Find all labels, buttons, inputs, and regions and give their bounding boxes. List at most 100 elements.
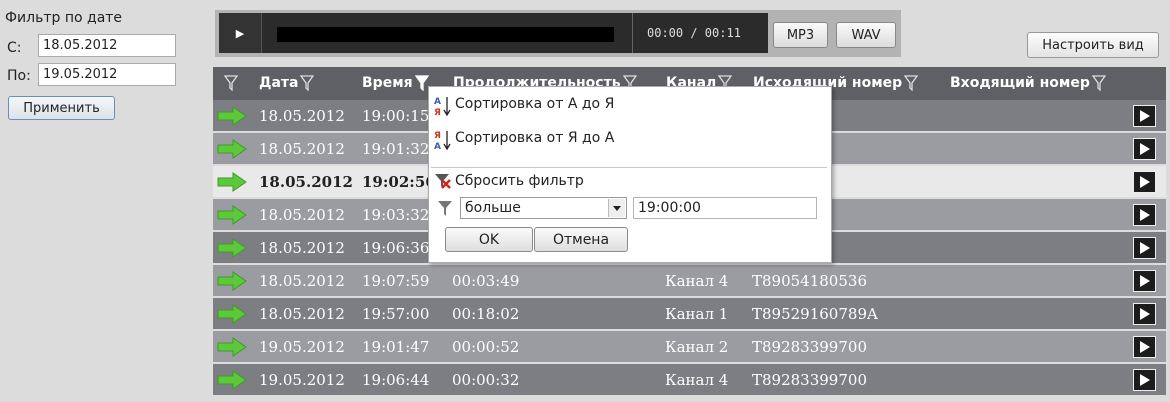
arrow-right-icon[interactable] bbox=[217, 204, 247, 226]
operator-select[interactable]: больше bbox=[460, 197, 627, 219]
play-icon[interactable] bbox=[1133, 105, 1156, 127]
cell-time: 19:06:44 bbox=[362, 371, 430, 389]
reset-filter-label: Сбросить фильтр bbox=[455, 173, 584, 189]
time-readout: 00:00 / 00:11 bbox=[647, 26, 741, 40]
play-icon[interactable] bbox=[1133, 171, 1156, 193]
cell-outgoing: T89529160789A bbox=[752, 305, 878, 323]
column-incoming-label: Входящий номер bbox=[950, 75, 1090, 91]
arrow-right-icon[interactable] bbox=[217, 171, 247, 193]
table-row[interactable]: 19.05.2012 19:01:47 00:00:52 Канал 2 T892833… bbox=[213, 331, 1166, 362]
play-icon[interactable] bbox=[1133, 270, 1156, 292]
ok-button[interactable]: OK bbox=[445, 227, 533, 252]
svg-text:Я: Я bbox=[434, 108, 441, 118]
play-icon[interactable] bbox=[1133, 369, 1156, 391]
sort-desc-icon: Я А bbox=[434, 131, 451, 152]
audio-player: ▶ 00:00 / 00:11 MP3 WAV bbox=[215, 10, 901, 57]
popup-divider bbox=[431, 167, 827, 168]
mp3-button[interactable]: MP3 bbox=[773, 22, 828, 48]
play-icon[interactable] bbox=[1133, 204, 1156, 226]
table-row[interactable]: 18.05.2012 19:57:00 00:18:02 Канал 1 T895291… bbox=[213, 298, 1166, 329]
filter-title: Фильтр по дате bbox=[5, 10, 123, 26]
arrow-right-icon[interactable] bbox=[217, 270, 247, 292]
funnel-icon bbox=[1091, 75, 1106, 91]
cell-time: 19:07:59 bbox=[362, 272, 430, 290]
clear-filter-icon bbox=[435, 174, 451, 189]
filter-value-input[interactable] bbox=[633, 197, 817, 219]
play-icon[interactable] bbox=[1133, 237, 1156, 259]
cell-channel: Канал 4 bbox=[665, 371, 729, 389]
cell-outgoing: T89283399700 bbox=[752, 371, 867, 389]
cell-time: 19:00:15 bbox=[362, 107, 430, 125]
cell-channel: Канал 4 bbox=[665, 272, 729, 290]
column-date-label: Дата bbox=[259, 75, 299, 91]
cell-time: 19:06:36 bbox=[362, 239, 430, 257]
operator-value: больше bbox=[465, 200, 521, 216]
sort-desc-item[interactable]: Я А Сортировка от Я до А bbox=[433, 128, 614, 158]
cell-date: 18.05.2012 bbox=[259, 305, 345, 323]
play-icon[interactable] bbox=[1133, 336, 1156, 358]
cell-date: 18.05.2012 bbox=[259, 107, 345, 125]
table-row[interactable]: 18.05.2012 19:07:59 00:03:49 Канал 4 T890541… bbox=[213, 265, 1166, 296]
arrow-right-icon[interactable] bbox=[217, 138, 247, 160]
cell-time: 19:02:56 bbox=[362, 173, 436, 191]
reset-filter-item[interactable]: Сбросить фильтр bbox=[433, 171, 584, 195]
column-time[interactable]: Время bbox=[362, 75, 429, 91]
svg-text:Я: Я bbox=[434, 131, 441, 141]
cell-date: 18.05.2012 bbox=[259, 173, 353, 191]
svg-text:А: А bbox=[434, 142, 441, 152]
play-icon[interactable] bbox=[1133, 303, 1156, 325]
arrow-right-icon[interactable] bbox=[217, 105, 247, 127]
cell-outgoing: T89054180536 bbox=[752, 272, 867, 290]
arrow-right-icon[interactable] bbox=[217, 336, 247, 358]
apply-button[interactable]: Применить bbox=[8, 96, 115, 120]
cell-date: 19.05.2012 bbox=[259, 338, 345, 356]
cell-time: 19:01:32 bbox=[362, 140, 430, 158]
sort-desc-label: Сортировка от Я до А bbox=[455, 130, 615, 146]
sort-asc-item[interactable]: А Я Сортировка от А до Я bbox=[433, 94, 614, 124]
funnel-icon bbox=[414, 75, 429, 91]
table-row[interactable]: 19.05.2012 19:06:44 00:00:32 Канал 4 T892833… bbox=[213, 364, 1166, 395]
cell-time: 19:03:32 bbox=[362, 206, 430, 224]
play-icon[interactable]: ▶ bbox=[219, 13, 262, 53]
player-bar: ▶ 00:00 / 00:11 bbox=[219, 13, 768, 53]
column-date[interactable]: Дата bbox=[259, 75, 315, 91]
funnel-icon bbox=[438, 201, 452, 216]
cell-duration: 00:03:49 bbox=[452, 272, 520, 290]
chevron-down-icon[interactable] bbox=[608, 199, 625, 217]
cell-date: 19.05.2012 bbox=[259, 371, 345, 389]
from-date-input[interactable] bbox=[38, 34, 176, 57]
play-icon[interactable] bbox=[1133, 138, 1156, 160]
from-label: С: bbox=[7, 40, 22, 56]
cell-outgoing: T89283399700 bbox=[752, 338, 867, 356]
column-incoming[interactable]: Входящий номер bbox=[950, 75, 1106, 91]
cell-time: 19:57:00 bbox=[362, 305, 430, 323]
cell-date: 18.05.2012 bbox=[259, 272, 345, 290]
cell-duration: 00:00:32 bbox=[452, 371, 520, 389]
cell-date: 18.05.2012 bbox=[259, 206, 345, 224]
arrow-right-icon[interactable] bbox=[217, 237, 247, 259]
header-filter-icon[interactable] bbox=[222, 75, 238, 91]
wav-button[interactable]: WAV bbox=[836, 22, 896, 48]
player-divider bbox=[632, 13, 633, 53]
cell-duration: 00:00:52 bbox=[452, 338, 520, 356]
cell-duration: 00:18:02 bbox=[452, 305, 520, 323]
svg-text:А: А bbox=[434, 97, 441, 107]
column-time-label: Время bbox=[362, 75, 413, 91]
arrow-right-icon[interactable] bbox=[217, 369, 247, 391]
sort-asc-label: Сортировка от А до Я bbox=[455, 96, 615, 112]
customize-view-button[interactable]: Настроить вид bbox=[1027, 32, 1159, 58]
cell-time: 19:01:47 bbox=[362, 338, 430, 356]
column-filter-popup: А Я Сортировка от А до Я Я А Сортировка … bbox=[428, 86, 832, 263]
cell-channel: Канал 1 bbox=[665, 305, 729, 323]
progress-bar[interactable] bbox=[277, 27, 614, 42]
funnel-icon bbox=[904, 75, 919, 91]
to-date-input[interactable] bbox=[38, 63, 176, 86]
cell-date: 18.05.2012 bbox=[259, 239, 345, 257]
cell-channel: Канал 2 bbox=[665, 338, 729, 356]
sort-asc-icon: А Я bbox=[434, 97, 451, 118]
cell-date: 18.05.2012 bbox=[259, 140, 345, 158]
to-label: По: bbox=[7, 68, 31, 84]
funnel-icon bbox=[300, 75, 315, 91]
cancel-button[interactable]: Отмена bbox=[534, 227, 628, 252]
arrow-right-icon[interactable] bbox=[217, 303, 247, 325]
